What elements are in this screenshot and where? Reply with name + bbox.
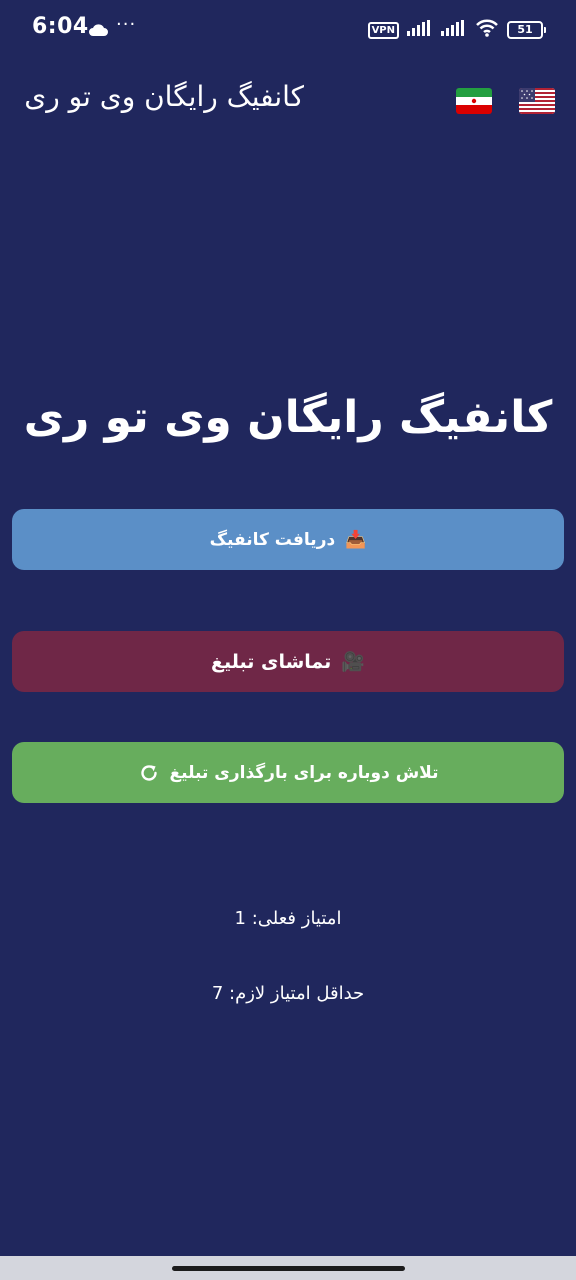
wifi-icon xyxy=(475,19,499,41)
signal-icon-2 xyxy=(441,20,467,40)
home-gesture-handle[interactable] xyxy=(172,1266,405,1271)
refresh-icon xyxy=(138,762,160,784)
video-camera-icon: 🎥 xyxy=(341,651,365,673)
system-navigation-bar xyxy=(0,1256,576,1280)
vpn-badge: VPN xyxy=(367,21,399,39)
retry-ad-label: تلاش دوباره برای بارگذاری تبلیغ xyxy=(169,762,439,783)
main-heading: کانفیگ رایگان وی تو ری xyxy=(23,392,553,443)
watch-ad-button[interactable]: 🎥 تماشای تبلیغ xyxy=(12,631,564,692)
retry-ad-button[interactable]: تلاش دوباره برای بارگذاری تبلیغ xyxy=(12,742,564,803)
status-bar: 6:04 ··· VPN 51 xyxy=(0,0,576,58)
more-notifications-icon: ··· xyxy=(116,14,137,35)
watch-ad-label: تماشای تبلیغ xyxy=(211,650,332,673)
get-config-button[interactable]: 📥 دریافت کانفیگ xyxy=(12,509,564,570)
usa-flag-icon[interactable] xyxy=(519,88,555,114)
battery-level: 51 xyxy=(507,21,543,39)
app-title: کانفیگ رایگان وی تو ری xyxy=(24,80,304,113)
signal-icon xyxy=(407,20,433,40)
cloud-icon xyxy=(88,21,108,40)
get-config-label: دریافت کانفیگ xyxy=(209,529,336,550)
status-icons: VPN 51 xyxy=(367,19,546,41)
status-time: 6:04 xyxy=(32,14,89,39)
battery-indicator: 51 xyxy=(507,21,546,39)
inbox-tray-icon: 📥 xyxy=(345,529,367,550)
iran-flag-icon[interactable] xyxy=(456,88,492,114)
min-score-text: حداقل امتیاز لازم: 7 xyxy=(211,983,365,1004)
current-score-text: امتیاز فعلی: 1 xyxy=(234,908,342,929)
